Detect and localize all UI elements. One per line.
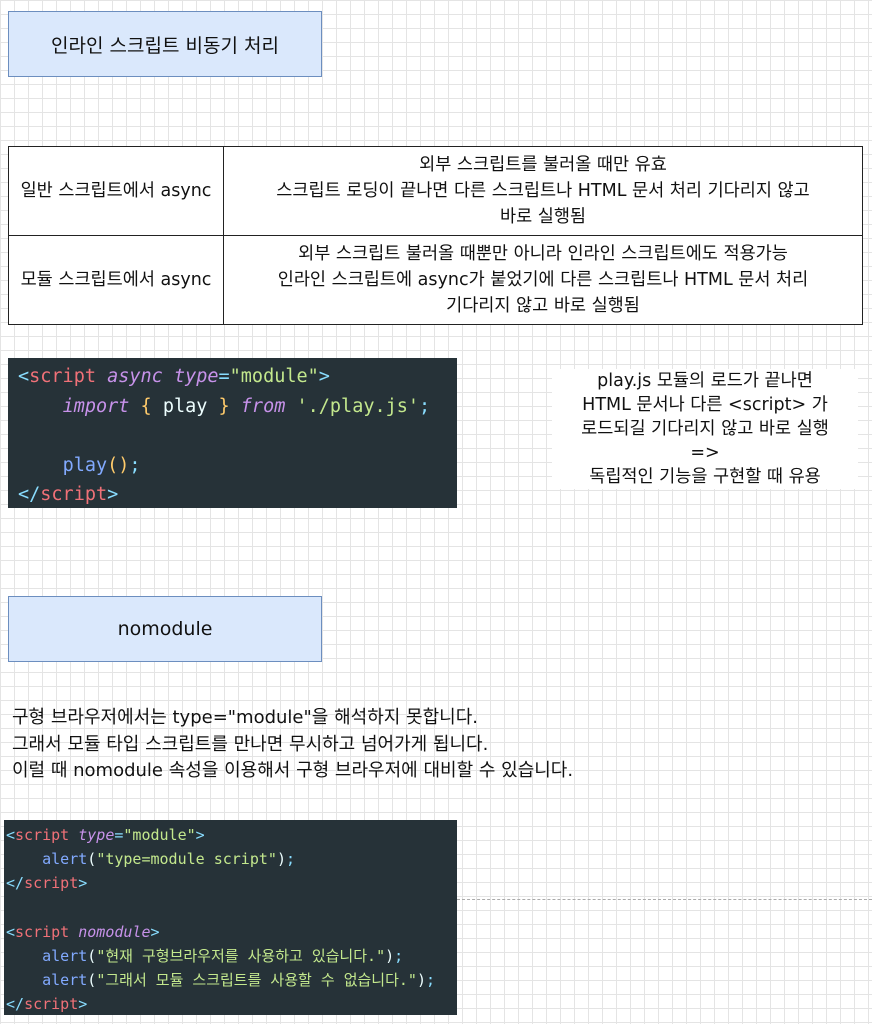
table-row: 모듈 스크립트에서 async 외부 스크립트 불러올 때뿐만 아니라 인라인 … (8, 235, 863, 325)
description-line: 스크립트 로딩이 끝나면 다른 스크립트나 HTML 문서 처리 기다리지 않고 (276, 181, 810, 201)
note-line: => (690, 443, 720, 463)
code-line: </script> (18, 484, 119, 505)
async-comparison-table: 일반 스크립트에서 async 외부 스크립트를 불러올 때만 유효 스크립트 … (8, 146, 863, 325)
description-line: 외부 스크립트를 불러올 때만 유효 (419, 155, 667, 175)
code-line: alert("현재 구형브라우저를 사용하고 있습니다."); (42, 947, 404, 966)
code-line: <script type="module"> (6, 826, 205, 844)
row-header: 일반 스크립트에서 async (8, 146, 224, 236)
description-line: 외부 스크립트 불러올 때뿐만 아니라 인라인 스크립트에도 적용가능 (298, 244, 788, 264)
section-title-nomodule: nomodule (8, 596, 322, 662)
note-line: 로드되길 기다리지 않고 바로 실행 (581, 419, 829, 439)
note-line: play.js 모듈의 로드가 끝나면 (597, 371, 813, 391)
code-line: <script async type="module"> (18, 366, 330, 387)
section-title-text: 인라인 스크립트 비동기 처리 (51, 34, 279, 57)
row-header: 모듈 스크립트에서 async (8, 235, 224, 325)
code-line: </script> (6, 995, 88, 1014)
table-row: 일반 스크립트에서 async 외부 스크립트를 불러올 때만 유효 스크립트 … (8, 146, 863, 236)
paragraph-line: 이럴 때 nomodule 속성을 이용해서 구형 브라우저에 대비할 수 있습… (12, 760, 574, 781)
description-line: 바로 실행됨 (499, 207, 587, 227)
async-module-note: play.js 모듈의 로드가 끝나면 HTML 문서나 다른 <script>… (552, 369, 858, 489)
nomodule-paragraph: 구형 브라우저에서는 type="module"을 해석하지 못합니다. 그래서… (12, 705, 573, 785)
note-line: 독립적인 기능을 구현할 때 유용 (589, 467, 821, 487)
paragraph-line: 구형 브라우저에서는 type="module"을 해석하지 못합니다. (12, 707, 478, 728)
description-line: 기다리지 않고 바로 실행됨 (446, 296, 640, 316)
code-line: </script> (6, 874, 88, 893)
description-line: 인라인 스크립트에 async가 붙었기에 다른 스크립트나 HTML 문서 처… (277, 270, 809, 290)
code-line: <script nomodule> (6, 922, 160, 941)
dashed-divider (457, 899, 872, 900)
code-line: alert("그래서 모듈 스크립트를 사용할 수 없습니다."); (42, 971, 436, 990)
section-title-text: nomodule (117, 618, 213, 640)
code-block-async-module: <script async type="module"> import { pl… (8, 358, 457, 508)
code-line: alert("type=module script"); (42, 850, 295, 869)
code-line: import { play } from './play.js'; (62, 395, 431, 417)
note-line: HTML 문서나 다른 <script> 가 (582, 395, 828, 415)
section-title-inline-async: 인라인 스크립트 비동기 처리 (8, 11, 322, 77)
code-line: play(); (62, 454, 141, 476)
row-description: 외부 스크립트를 불러올 때만 유효 스크립트 로딩이 끝나면 다른 스크립트나… (223, 146, 863, 236)
code-block-nomodule: <script type="module"> alert("type=modul… (4, 820, 457, 1015)
paragraph-line: 그래서 모듈 타입 스크립트를 만나면 무시하고 넘어가게 됩니다. (12, 733, 489, 755)
row-description: 외부 스크립트 불러올 때뿐만 아니라 인라인 스크립트에도 적용가능 인라인 … (223, 235, 863, 325)
